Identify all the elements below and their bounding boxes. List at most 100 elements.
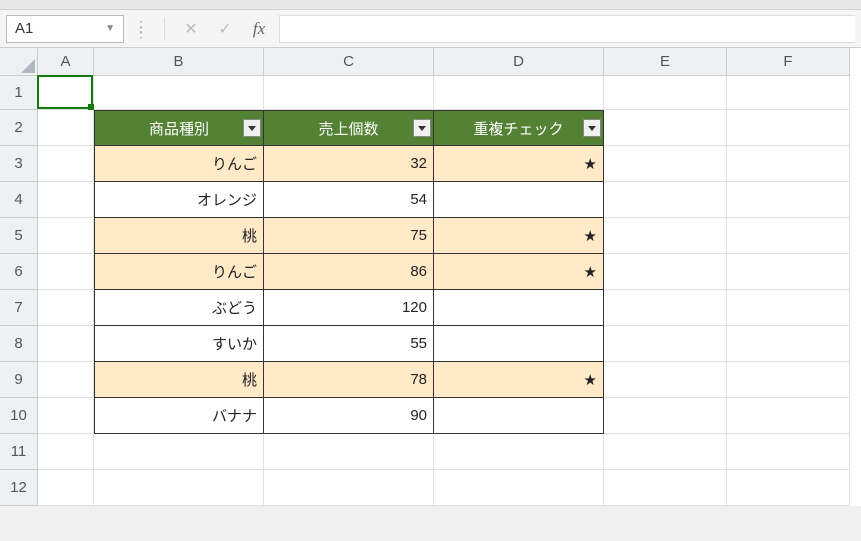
cell-E11[interactable] xyxy=(604,434,727,470)
cell-B10[interactable]: バナナ xyxy=(94,398,264,434)
row-header-11[interactable]: 11 xyxy=(0,434,38,470)
cell-B3[interactable]: りんご xyxy=(94,146,264,182)
cell-C11[interactable] xyxy=(264,434,434,470)
cell-C4[interactable]: 54 xyxy=(264,182,434,218)
cell-D12[interactable] xyxy=(434,470,604,506)
cell-E12[interactable] xyxy=(604,470,727,506)
cell-F9[interactable] xyxy=(727,362,850,398)
cell-C5[interactable]: 75 xyxy=(264,218,434,254)
cell-D9[interactable]: ★ xyxy=(434,362,604,398)
cell-E8[interactable] xyxy=(604,326,727,362)
cell-F1[interactable] xyxy=(727,76,850,110)
column-header-E[interactable]: E xyxy=(604,48,727,76)
row-header-7[interactable]: 7 xyxy=(0,290,38,326)
row-header-2[interactable]: 2 xyxy=(0,110,38,146)
cell-A11[interactable] xyxy=(38,434,94,470)
row-header-4[interactable]: 4 xyxy=(0,182,38,218)
cell-B2[interactable]: 商品種別 xyxy=(94,110,264,146)
cell-F5[interactable] xyxy=(727,218,850,254)
name-box[interactable]: A1 ▼ xyxy=(6,15,124,43)
cell-A12[interactable] xyxy=(38,470,94,506)
column-header-A[interactable]: A xyxy=(38,48,94,76)
cell-A1[interactable] xyxy=(38,76,94,110)
cell-F3[interactable] xyxy=(727,146,850,182)
cell-C2[interactable]: 売上個数 xyxy=(264,110,434,146)
cell-E9[interactable] xyxy=(604,362,727,398)
cell-D5[interactable]: ★ xyxy=(434,218,604,254)
row-header-9[interactable]: 9 xyxy=(0,362,38,398)
row-header-8[interactable]: 8 xyxy=(0,326,38,362)
chevron-down-icon[interactable]: ▼ xyxy=(105,23,115,34)
cell-E1[interactable] xyxy=(604,76,727,110)
cell-E2[interactable] xyxy=(604,110,727,146)
cell-A4[interactable] xyxy=(38,182,94,218)
column-header-F[interactable]: F xyxy=(727,48,850,76)
row-header-12[interactable]: 12 xyxy=(0,470,38,506)
cell-D10[interactable] xyxy=(434,398,604,434)
cell-C1[interactable] xyxy=(264,76,434,110)
cell-F10[interactable] xyxy=(727,398,850,434)
cell-C3[interactable]: 32 xyxy=(264,146,434,182)
cell-D4[interactable] xyxy=(434,182,604,218)
cell-B4[interactable]: オレンジ xyxy=(94,182,264,218)
cell-D3[interactable]: ★ xyxy=(434,146,604,182)
cell-D8[interactable] xyxy=(434,326,604,362)
cell-D6[interactable]: ★ xyxy=(434,254,604,290)
cell-C9[interactable]: 78 xyxy=(264,362,434,398)
row-header-3[interactable]: 3 xyxy=(0,146,38,182)
cell-C12[interactable] xyxy=(264,470,434,506)
cell-D1[interactable] xyxy=(434,76,604,110)
cell-C8[interactable]: 55 xyxy=(264,326,434,362)
cell-F11[interactable] xyxy=(727,434,850,470)
row-header-10[interactable]: 10 xyxy=(0,398,38,434)
cell-F4[interactable] xyxy=(727,182,850,218)
cell-A5[interactable] xyxy=(38,218,94,254)
formula-input[interactable] xyxy=(279,15,855,43)
column-header-B[interactable]: B xyxy=(94,48,264,76)
cell-F7[interactable] xyxy=(727,290,850,326)
cell-B12[interactable] xyxy=(94,470,264,506)
cell-E7[interactable] xyxy=(604,290,727,326)
column-header-D[interactable]: D xyxy=(434,48,604,76)
select-all-corner[interactable] xyxy=(0,48,38,76)
cell-A7[interactable] xyxy=(38,290,94,326)
insert-function-button[interactable]: fx xyxy=(245,16,273,42)
column-header-C[interactable]: C xyxy=(264,48,434,76)
cell-B5[interactable]: 桃 xyxy=(94,218,264,254)
row-header-6[interactable]: 6 xyxy=(0,254,38,290)
filter-button[interactable] xyxy=(583,119,601,137)
cell-B6[interactable]: りんご xyxy=(94,254,264,290)
cell-B11[interactable] xyxy=(94,434,264,470)
cell-A8[interactable] xyxy=(38,326,94,362)
cell-A10[interactable] xyxy=(38,398,94,434)
cell-E3[interactable] xyxy=(604,146,727,182)
cell-F8[interactable] xyxy=(727,326,850,362)
cell-C10[interactable]: 90 xyxy=(264,398,434,434)
formula-bar-resize-icon[interactable]: ⋮⋮ xyxy=(130,23,152,35)
cell-E4[interactable] xyxy=(604,182,727,218)
cell-A3[interactable] xyxy=(38,146,94,182)
cell-A9[interactable] xyxy=(38,362,94,398)
cell-A6[interactable] xyxy=(38,254,94,290)
cell-B9[interactable]: 桃 xyxy=(94,362,264,398)
cell-F12[interactable] xyxy=(727,470,850,506)
cell-C6[interactable]: 86 xyxy=(264,254,434,290)
cell-F6[interactable] xyxy=(727,254,850,290)
cell-D2[interactable]: 重複チェック xyxy=(434,110,604,146)
cell-B1[interactable] xyxy=(94,76,264,110)
cell-E10[interactable] xyxy=(604,398,727,434)
cell-E6[interactable] xyxy=(604,254,727,290)
grid[interactable]: 商品種別売上個数重複チェックりんご32★オレンジ54桃75★りんご86★ぶどう1… xyxy=(38,76,850,506)
filter-button[interactable] xyxy=(243,119,261,137)
cell-F2[interactable] xyxy=(727,110,850,146)
row-header-1[interactable]: 1 xyxy=(0,76,38,110)
row-header-5[interactable]: 5 xyxy=(0,218,38,254)
cell-D7[interactable] xyxy=(434,290,604,326)
cell-D11[interactable] xyxy=(434,434,604,470)
cell-E5[interactable] xyxy=(604,218,727,254)
cell-B8[interactable]: すいか xyxy=(94,326,264,362)
cell-C7[interactable]: 120 xyxy=(264,290,434,326)
cell-A2[interactable] xyxy=(38,110,94,146)
cell-B7[interactable]: ぶどう xyxy=(94,290,264,326)
filter-button[interactable] xyxy=(413,119,431,137)
